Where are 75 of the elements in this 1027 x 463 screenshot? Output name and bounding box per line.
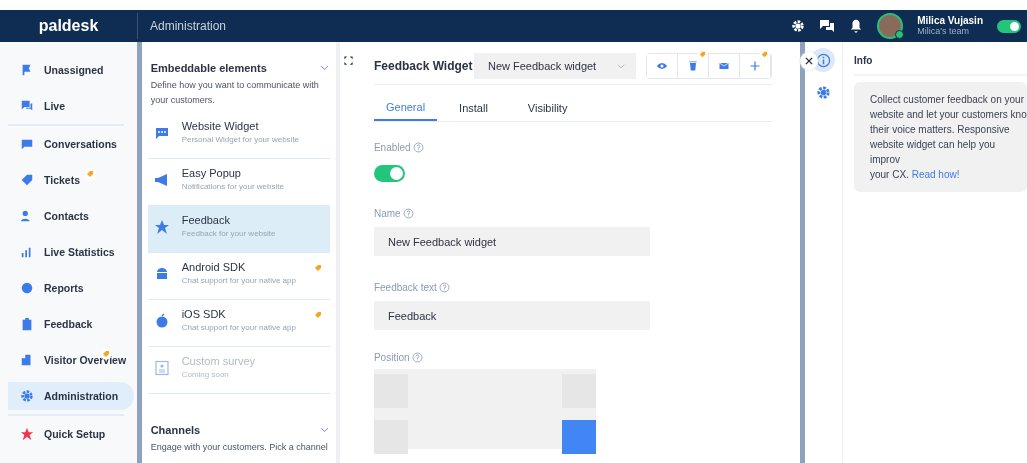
- chevron-icon: [615, 61, 626, 71]
- help-icon: [438, 282, 450, 293]
- status-toggle[interactable]: [997, 19, 1021, 33]
- tag-icon: [20, 173, 34, 187]
- nav-item[interactable]: Administration: [8, 382, 134, 410]
- tag-badge-icon: [758, 49, 770, 60]
- bars-icon: [20, 245, 34, 259]
- expand-icon: [342, 55, 354, 66]
- tab[interactable]: General: [373, 95, 438, 121]
- notifications-button[interactable]: [849, 19, 864, 33]
- nav-item[interactable]: Conversations: [8, 126, 134, 162]
- section-heading: Embeddable elements: [150, 62, 267, 74]
- field-label: Name: [373, 208, 401, 219]
- settings-button[interactable]: [791, 19, 806, 33]
- widget-icon: [153, 125, 170, 141]
- element-item[interactable]: iOS SDK Chat support for your native app: [147, 300, 330, 347]
- bell-icon: [849, 19, 864, 33]
- field-label: Position: [373, 352, 410, 363]
- settings-icon: [815, 84, 831, 100]
- star-icon: [153, 219, 170, 235]
- info-icon: [815, 52, 831, 68]
- settings-icon: [791, 19, 806, 33]
- help-icon: [412, 142, 424, 153]
- megaphone-icon: [153, 172, 170, 188]
- gear-icon: [20, 389, 34, 403]
- editor-title: Feedback Widget: [373, 59, 474, 73]
- element-item[interactable]: Android SDK Chat support for your native app: [147, 253, 330, 300]
- section-description: Engage with your customers. Pick a channel: [149, 441, 329, 454]
- star-icon: [20, 427, 34, 441]
- info-text: Collect customer feedback on your website and let your customers kno their voice matters. Responsive website widget can help you improv your CX. Read how!: [854, 82, 1027, 192]
- section-heading: Channels: [150, 424, 201, 436]
- enabled-toggle[interactable]: [373, 165, 405, 182]
- feedback-text-field[interactable]: Feedback: [373, 301, 650, 330]
- field-label: Enabled: [373, 142, 411, 153]
- mail-icon: [717, 60, 730, 72]
- help-icon: [411, 352, 423, 363]
- nav-item[interactable]: Contacts: [8, 198, 134, 234]
- nav-item[interactable]: Feedback: [8, 306, 134, 342]
- tag-badge-icon: [696, 49, 708, 60]
- nav-item[interactable]: Reports: [8, 270, 134, 306]
- position-option[interactable]: [561, 420, 596, 454]
- pie-icon: [20, 281, 34, 295]
- chat-icon: [20, 99, 34, 113]
- plus-icon: [748, 60, 761, 72]
- chat-bubbles-icon: [819, 18, 836, 34]
- close-icon: [803, 56, 814, 66]
- nav-item[interactable]: Live Statistics: [8, 234, 134, 270]
- user-name: Milica Vujasin: [917, 15, 983, 26]
- tab[interactable]: Visibility: [515, 95, 580, 121]
- eye-icon: [655, 60, 668, 72]
- element-item[interactable]: Website Widget Personal Widget for your website: [147, 112, 330, 159]
- close-button[interactable]: [799, 52, 818, 70]
- help-icon: [402, 208, 414, 219]
- user-avatar[interactable]: [877, 13, 904, 39]
- preview-button[interactable]: [646, 54, 678, 78]
- team-name: Milica's team: [917, 26, 970, 37]
- read-how-link[interactable]: Read how!: [911, 169, 960, 180]
- message-icon: [20, 137, 34, 151]
- nav-item[interactable]: Visitor Overview: [8, 342, 134, 378]
- logo: paldesk: [37, 17, 100, 35]
- name-field[interactable]: New Feedback widget: [373, 227, 650, 256]
- nav-item[interactable]: Quick Setup: [8, 416, 134, 452]
- nav-item[interactable]: Unassigned: [8, 52, 134, 88]
- tag-badge-icon: [84, 168, 96, 180]
- nav-item[interactable]: Tickets: [8, 162, 134, 198]
- info-title: Info: [854, 48, 1027, 76]
- widget-dropdown[interactable]: New Feedback widget: [473, 53, 636, 79]
- clipboard-icon: [20, 317, 34, 331]
- nav-item[interactable]: Live: [8, 88, 134, 124]
- survey-icon: [153, 360, 170, 376]
- field-label: Feedback text: [373, 282, 437, 293]
- section-title: Administration: [137, 13, 227, 39]
- chats-button[interactable]: [819, 18, 836, 34]
- tab[interactable]: Install: [447, 95, 500, 121]
- section-description: Define how you want to communicate with your customers.: [149, 79, 320, 107]
